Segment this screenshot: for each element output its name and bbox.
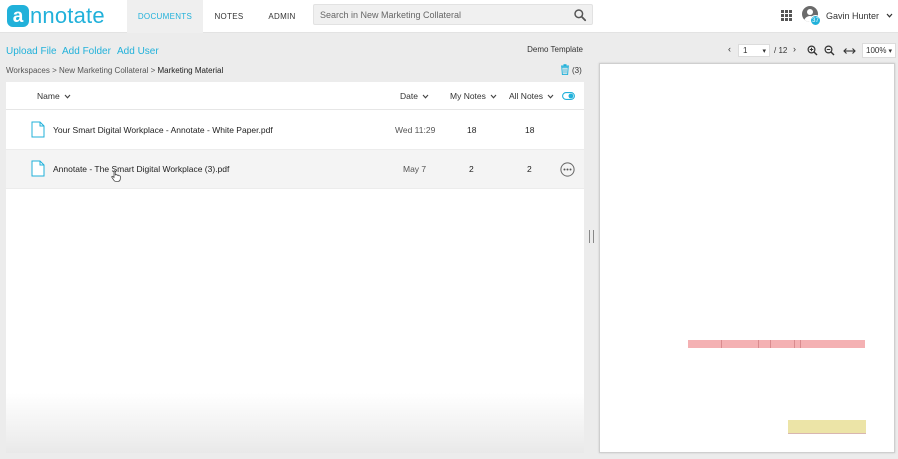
notification-badge[interactable]: 37 (810, 15, 821, 26)
documents-table: Name Date My Notes All Notes Your Smart … (6, 82, 584, 453)
top-bar: a nnotate DOCUMENTS NOTES ADMIN 37 Gavin… (0, 0, 898, 33)
chevron-down-icon[interactable] (886, 12, 893, 19)
table-row[interactable]: Your Smart Digital Workplace - Annotate … (6, 111, 584, 150)
zoom-level-select[interactable]: 100% ▾ (862, 43, 896, 58)
apps-grid-icon[interactable] (781, 10, 792, 21)
trash-icon[interactable] (560, 64, 570, 75)
panel-resize-handle[interactable] (589, 230, 594, 243)
documents-panel: Upload File Add Folder Add User Demo Tem… (0, 33, 589, 459)
tab-notes[interactable]: NOTES (207, 0, 251, 33)
yellow-highlight-annotation[interactable] (788, 420, 866, 434)
fit-width-icon[interactable] (843, 47, 856, 55)
user-name[interactable]: Gavin Hunter (826, 11, 879, 21)
red-highlight-annotation[interactable] (688, 340, 865, 348)
chevron-down-icon (64, 94, 71, 99)
document-page-preview[interactable] (599, 63, 895, 453)
hand-cursor-icon (111, 170, 121, 182)
file-date: May 7 (403, 164, 427, 174)
upload-file-link[interactable]: Upload File (6, 46, 57, 57)
logo-wordmark: nnotate (30, 3, 105, 28)
zoom-out-icon[interactable] (824, 45, 835, 56)
template-name[interactable]: Demo Template (527, 45, 583, 54)
caret-down-icon: ▾ (888, 47, 892, 55)
logo-mark: a (7, 5, 29, 27)
file-icon (31, 121, 45, 138)
caret-down-icon: ▾ (762, 48, 766, 55)
viewer-toolbar: ‹ 1 ▾ / 12 › 100% ▾ (598, 42, 898, 60)
view-toggle-icon[interactable] (562, 92, 575, 100)
all-notes-count: 18 (525, 125, 535, 135)
column-label: My Notes (450, 91, 486, 101)
more-options-icon[interactable] (560, 162, 575, 177)
tab-admin[interactable]: ADMIN (259, 0, 305, 33)
table-header: Name Date My Notes All Notes (6, 82, 584, 110)
chevron-down-icon (490, 94, 497, 99)
trash-count[interactable]: (3) (572, 66, 582, 75)
breadcrumb-current: Marketing Material (157, 66, 224, 75)
table-row[interactable]: Annotate - The Smart Digital Workplace (… (6, 150, 584, 189)
file-name[interactable]: Annotate - The Smart Digital Workplace (… (53, 164, 229, 174)
breadcrumb-path[interactable]: Workspaces > New Marketing Collateral > (6, 66, 157, 75)
all-notes-count: 2 (527, 164, 532, 174)
column-label: All Notes (509, 91, 544, 101)
column-label: Date (400, 91, 418, 101)
chevron-down-icon (422, 94, 429, 99)
my-notes-count: 2 (469, 164, 474, 174)
next-page-button[interactable]: › (793, 44, 796, 54)
add-folder-link[interactable]: Add Folder (62, 46, 111, 57)
chevron-down-icon (547, 94, 554, 99)
search-input[interactable] (320, 8, 570, 22)
column-name-header[interactable]: Name (37, 91, 71, 101)
add-user-link[interactable]: Add User (117, 46, 159, 57)
table-bottom-fade (6, 393, 584, 453)
page-total: / 12 (774, 46, 788, 55)
search-box (313, 4, 593, 25)
file-name[interactable]: Your Smart Digital Workplace - Annotate … (53, 125, 273, 135)
page-number-select[interactable]: 1 ▾ (738, 44, 770, 57)
page-current: 1 (743, 46, 748, 55)
annotate-logo[interactable]: a nnotate (7, 4, 105, 28)
search-icon[interactable] (573, 8, 587, 22)
zoom-level: 100% (866, 46, 887, 55)
breadcrumb: Workspaces > New Marketing Collateral > … (6, 66, 223, 75)
file-icon (31, 160, 45, 177)
prev-page-button[interactable]: ‹ (728, 44, 731, 54)
file-date: Wed 11:29 (395, 125, 436, 135)
tab-documents[interactable]: DOCUMENTS (127, 0, 203, 33)
my-notes-count: 18 (467, 125, 477, 135)
column-label: Name (37, 91, 60, 101)
column-all-notes-header[interactable]: All Notes (509, 91, 554, 101)
column-date-header[interactable]: Date (400, 91, 429, 101)
zoom-in-icon[interactable] (807, 45, 818, 56)
column-my-notes-header[interactable]: My Notes (450, 91, 497, 101)
